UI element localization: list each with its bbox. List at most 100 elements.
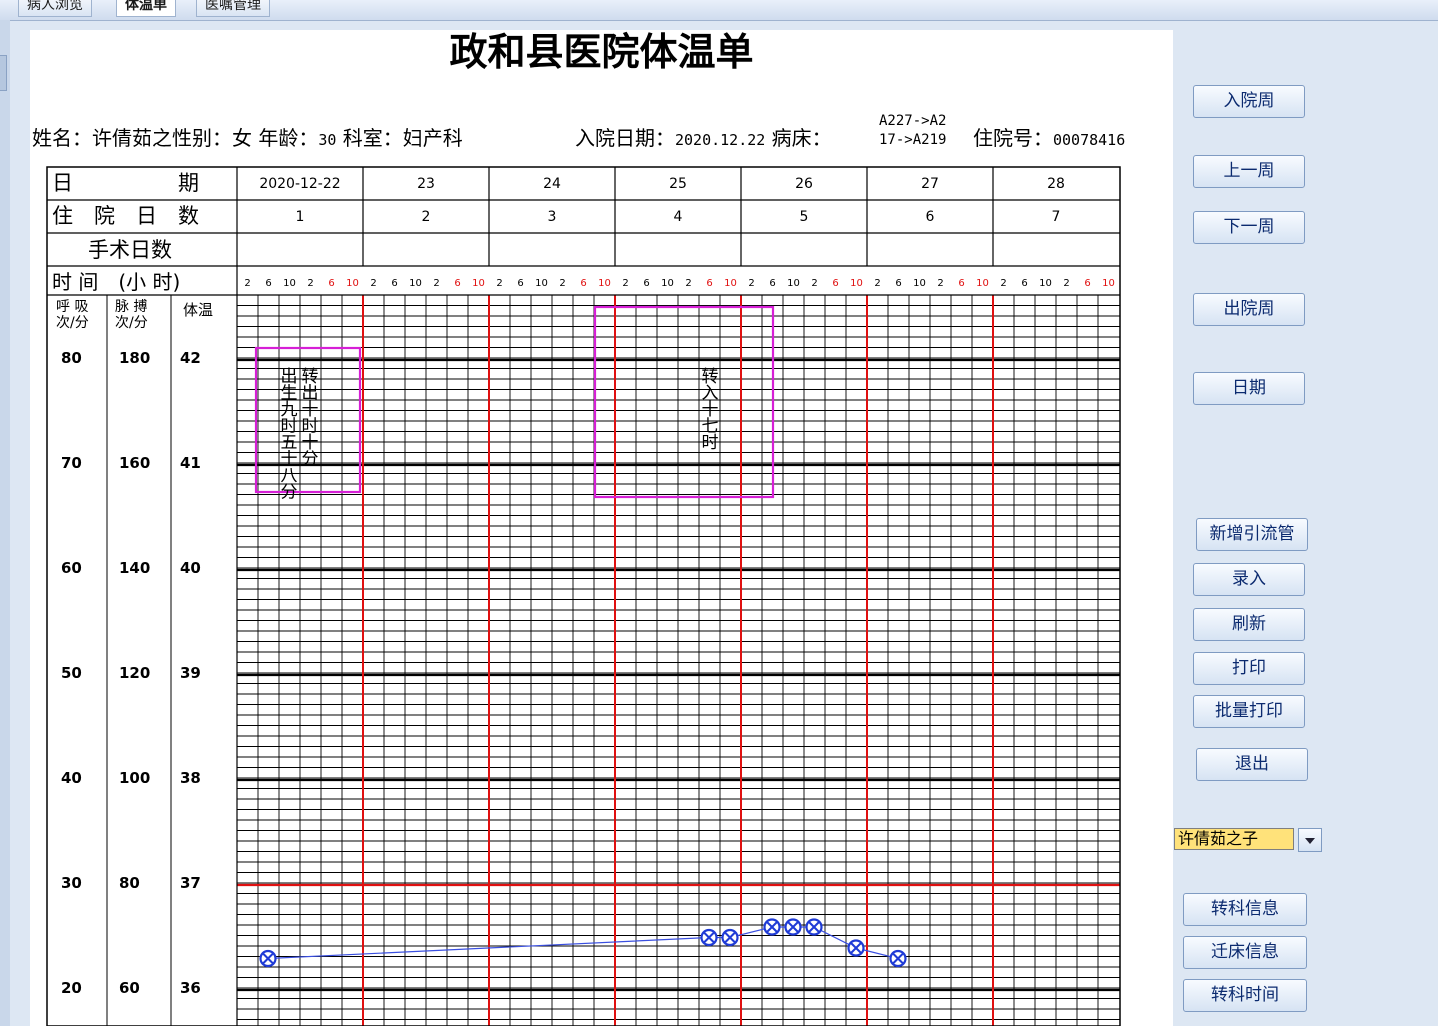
entry-button[interactable]: 录入 <box>1193 563 1305 596</box>
next-week-button[interactable]: 下一周 <box>1193 211 1305 244</box>
hour-label: 10 <box>913 278 926 289</box>
resp-scale-value: 70 <box>61 454 82 472</box>
exit-button[interactable]: 退出 <box>1196 748 1308 781</box>
pulse-scale-value: 120 <box>119 664 150 682</box>
hour-label: 10 <box>1039 278 1052 289</box>
refresh-button[interactable]: 刷新 <box>1193 608 1305 641</box>
transfer-dept-time-button[interactable]: 转科时间 <box>1183 979 1307 1012</box>
resp-unit: 次/分 <box>56 315 89 331</box>
prev-week-button[interactable]: 上一周 <box>1193 155 1305 188</box>
hour-label: 6 <box>328 278 334 289</box>
hour-label: 6 <box>895 278 901 289</box>
row-date-label: 日 期 <box>52 171 199 195</box>
hour-label: 10 <box>976 278 989 289</box>
add-drain-button[interactable]: 新增引流管 <box>1196 518 1308 551</box>
hour-label: 10 <box>661 278 674 289</box>
pulse-unit: 次/分 <box>115 315 148 331</box>
event-text-birth: 分 <box>281 483 298 503</box>
left-panel-edge <box>0 20 10 1026</box>
event-text-transfer-in: 时 <box>702 433 719 453</box>
temperature-sheet: 政和县医院体温单 姓名：许倩茹之性别：女 年龄：30 科室：妇产科 入院日期：2… <box>30 30 1173 1026</box>
patient-select[interactable]: 许倩茹之子 <box>1174 828 1294 850</box>
hour-label: 6 <box>1084 278 1090 289</box>
resp-scale-value: 30 <box>61 874 82 892</box>
hour-label: 6 <box>643 278 649 289</box>
hour-label: 10 <box>283 278 296 289</box>
hour-label: 10 <box>346 278 359 289</box>
hour-label: 2 <box>559 278 565 289</box>
hour-label: 2 <box>811 278 817 289</box>
event-box-transfer-in <box>593 305 775 499</box>
batch-print-button[interactable]: 批量打印 <box>1193 695 1305 728</box>
pulse-header: 脉 搏 <box>115 298 147 315</box>
hospital-day-cell: 5 <box>800 209 809 225</box>
hour-label: 2 <box>1063 278 1069 289</box>
temp-scale-value: 41 <box>180 454 201 472</box>
left-panel-toggle[interactable] <box>0 55 7 91</box>
hour-label: 6 <box>706 278 712 289</box>
transfer-bed-info-button[interactable]: 迁床信息 <box>1183 936 1307 969</box>
pulse-scale-value: 180 <box>119 349 150 367</box>
hour-label: 2 <box>685 278 691 289</box>
pulse-scale-value: 80 <box>119 874 140 892</box>
pulse-scale-value: 140 <box>119 559 150 577</box>
hour-label: 10 <box>724 278 737 289</box>
pulse-scale-value: 160 <box>119 454 150 472</box>
temp-scale-value: 42 <box>180 349 201 367</box>
temp-scale-value: 39 <box>180 664 201 682</box>
tab-bar: 病人浏览 体温单 医嘱管理 <box>0 0 1438 21</box>
temp-scale-value: 37 <box>180 874 201 892</box>
hospital-day-cell: 6 <box>926 209 935 225</box>
hour-label: 6 <box>1021 278 1027 289</box>
hour-label: 6 <box>580 278 586 289</box>
hour-label: 2 <box>1000 278 1006 289</box>
tab-temperature-sheet[interactable]: 体温单 <box>116 0 176 17</box>
resp-scale-value: 40 <box>61 769 82 787</box>
resp-header: 呼 吸 <box>56 299 88 315</box>
tab-orders[interactable]: 医嘱管理 <box>196 0 270 17</box>
hour-label: 10 <box>472 278 485 289</box>
hour-label: 10 <box>535 278 548 289</box>
discharge-week-button[interactable]: 出院周 <box>1193 293 1305 326</box>
date-cell: 28 <box>1047 176 1065 192</box>
hour-label: 2 <box>307 278 313 289</box>
temp-scale-value: 36 <box>180 979 201 997</box>
tab-patient-browse[interactable]: 病人浏览 <box>18 0 92 17</box>
date-cell: 23 <box>417 176 435 192</box>
hour-label: 6 <box>958 278 964 289</box>
date-button[interactable]: 日期 <box>1193 372 1305 405</box>
hospital-day-cell: 2 <box>422 209 431 225</box>
date-cell: 2020-12-22 <box>259 176 340 192</box>
chevron-down-icon[interactable] <box>1298 828 1322 852</box>
date-cell: 26 <box>795 176 813 192</box>
hour-label: 6 <box>265 278 271 289</box>
row-days-label: 住 院 日 数 <box>52 204 199 228</box>
date-cell: 27 <box>921 176 939 192</box>
row-surgery-label: 手术日数 <box>88 238 172 262</box>
temperature-grid: 日 期住 院 日 数手术日数时 间 (小 时)2020-12-22 23 24 25 2… <box>46 166 1121 1026</box>
pulse-scale-value: 100 <box>119 769 150 787</box>
date-cell: 24 <box>543 176 561 192</box>
hour-label: 2 <box>937 278 943 289</box>
hospital-day-cell: 7 <box>1052 209 1061 225</box>
resp-scale-value: 20 <box>61 979 82 997</box>
resp-scale-value: 80 <box>61 349 82 367</box>
hour-label: 6 <box>517 278 523 289</box>
hour-label: 10 <box>1102 278 1115 289</box>
hour-label: 2 <box>433 278 439 289</box>
hour-label: 10 <box>850 278 863 289</box>
hospital-day-cell: 4 <box>674 209 683 225</box>
event-text-transfer-out: 分 <box>302 450 319 470</box>
hospital-day-cell: 1 <box>296 209 305 225</box>
admit-week-button[interactable]: 入院周 <box>1193 85 1305 118</box>
hour-label: 10 <box>409 278 422 289</box>
resp-scale-value: 60 <box>61 559 82 577</box>
hour-label: 6 <box>769 278 775 289</box>
pulse-scale-value: 60 <box>119 979 140 997</box>
hour-label: 6 <box>832 278 838 289</box>
temp-scale-value: 38 <box>180 769 201 787</box>
transfer-dept-info-button[interactable]: 转科信息 <box>1183 893 1307 926</box>
hour-label: 10 <box>598 278 611 289</box>
print-button[interactable]: 打印 <box>1193 652 1305 685</box>
hour-label: 2 <box>370 278 376 289</box>
